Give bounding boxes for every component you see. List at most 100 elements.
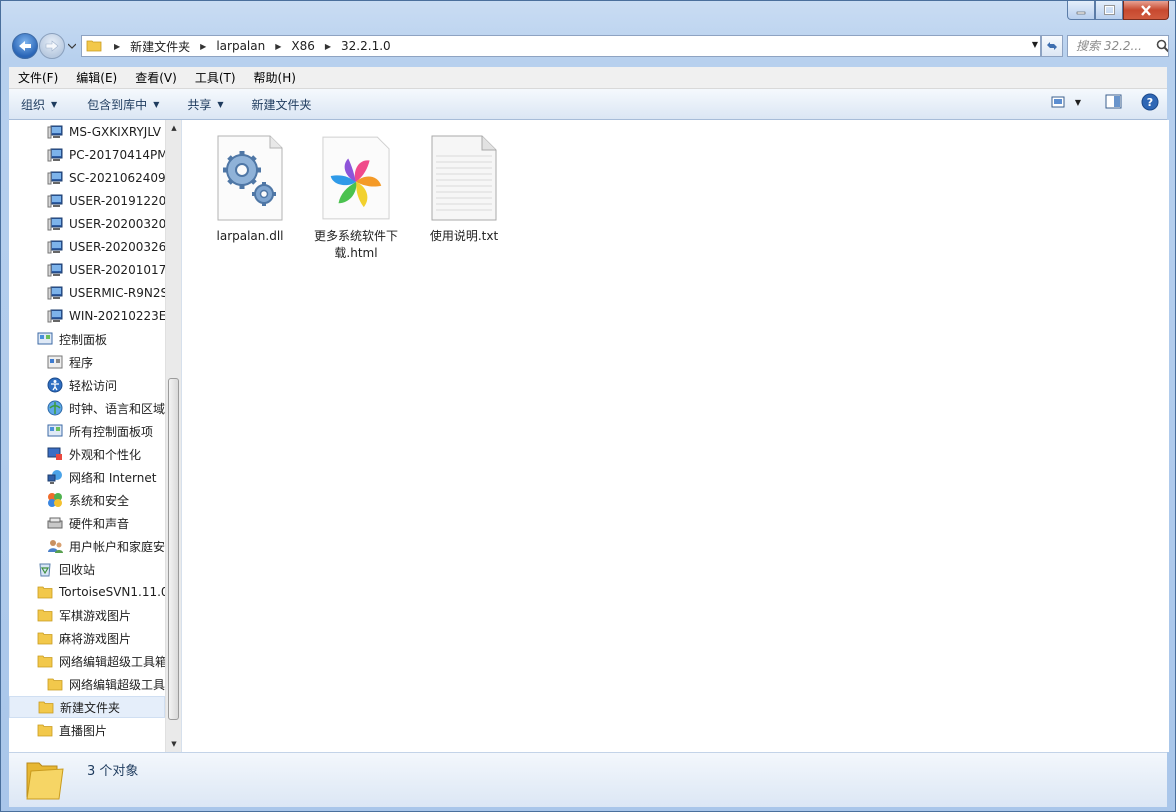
- preview-pane-icon[interactable]: [1105, 94, 1123, 110]
- file-name: larpalan.dll: [216, 229, 284, 243]
- close-button[interactable]: [1123, 1, 1169, 20]
- menu-edit[interactable]: 编辑(E): [67, 69, 126, 86]
- menu-file[interactable]: 文件(F): [9, 69, 67, 86]
- nav-tree-label: SC-20210624091: [69, 171, 165, 185]
- nav-tree-label: 轻松访问: [69, 378, 118, 393]
- include-in-library-button[interactable]: 包含到库中 ▼: [75, 96, 171, 113]
- chevron-down-icon: ▼: [153, 99, 160, 109]
- scroll-up-icon[interactable]: ▲: [166, 120, 181, 136]
- chevron-down-icon: ▼: [51, 99, 58, 109]
- recent-pages-button[interactable]: [67, 41, 77, 51]
- search-input[interactable]: [1074, 38, 1156, 54]
- nav-tree-item[interactable]: 军棋游戏图片: [9, 604, 165, 626]
- computer-icon: [47, 193, 63, 209]
- nav-scrollbar[interactable]: ▲ ▼: [165, 120, 181, 752]
- nav-tree-item[interactable]: TortoiseSVN1.11.0: [9, 581, 165, 603]
- new-folder-button[interactable]: 新建文件夹: [240, 96, 324, 113]
- breadcrumb-arrow-icon[interactable]: ▶: [114, 42, 120, 51]
- breadcrumb-item[interactable]: X86: [289, 39, 317, 53]
- organize-button[interactable]: 组织 ▼: [9, 96, 69, 113]
- nav-tree-item[interactable]: 新建文件夹: [9, 696, 165, 718]
- folder-icon: [37, 722, 53, 738]
- arrow-right-icon: [45, 40, 59, 52]
- forward-button[interactable]: [39, 33, 65, 59]
- nav-tree-item[interactable]: 网络和 Internet: [9, 466, 165, 488]
- view-options-button[interactable]: ▼: [1051, 95, 1081, 109]
- nav-tree-item[interactable]: 轻松访问: [9, 374, 165, 396]
- nav-tree-item[interactable]: SC-20210624091: [9, 167, 165, 189]
- nav-tree-item[interactable]: 控制面板: [9, 328, 165, 350]
- nav-tree-label: USER-20200320I: [69, 217, 165, 231]
- nav-tree-label: 网络编辑超级工具箱: [59, 654, 165, 669]
- nav-tree-item[interactable]: PC-20170414PM: [9, 144, 165, 166]
- breadcrumb-item[interactable]: 32.2.1.0: [339, 39, 393, 53]
- view-icon: [1051, 96, 1065, 108]
- nav-tree-item[interactable]: WIN-20210223E: [9, 305, 165, 327]
- hardware-icon: [47, 515, 63, 531]
- nav-tree-item[interactable]: 回收站: [9, 558, 165, 580]
- breadcrumb: ▶ 新建文件夹 ▶ larpalan ▶ X86 ▶ 32.2.1.0: [106, 38, 393, 55]
- new-folder-label: 新建文件夹: [251, 97, 312, 112]
- address-dropdown-icon[interactable]: ▼: [1032, 40, 1038, 49]
- nav-tree-item[interactable]: 网络编辑超级工具箱: [9, 673, 165, 695]
- computer-icon: [47, 262, 63, 278]
- nav-tree-item[interactable]: MS-GXKIXRYJLV: [9, 121, 165, 143]
- computer-icon: [47, 216, 63, 232]
- breadcrumb-arrow-icon[interactable]: ▶: [275, 42, 281, 51]
- folder-icon: [23, 757, 67, 804]
- menu-view[interactable]: 查看(V): [126, 69, 186, 86]
- computer-icon: [47, 308, 63, 324]
- nav-tree-item[interactable]: 硬件和声音: [9, 512, 165, 534]
- nav-tree-item[interactable]: 用户帐户和家庭安全: [9, 535, 165, 557]
- nav-tree-item[interactable]: 外观和个性化: [9, 443, 165, 465]
- folder-icon: [37, 653, 53, 669]
- nav-tree-label: 所有控制面板项: [69, 424, 154, 439]
- share-label: 共享: [187, 97, 212, 112]
- nav-tree-item[interactable]: USER-20200326V: [9, 236, 165, 258]
- file-item-readme-txt[interactable]: 使用说明.txt: [414, 130, 514, 245]
- nav-tree-item[interactable]: 程序: [9, 351, 165, 373]
- clock-language-icon: [47, 400, 63, 416]
- folder-icon: [86, 38, 102, 55]
- chevron-down-icon: ▼: [217, 99, 224, 109]
- nav-tree-item[interactable]: USERMIC-R9N2S: [9, 282, 165, 304]
- nav-tree-label: 外观和个性化: [69, 447, 142, 462]
- breadcrumb-arrow-icon[interactable]: ▶: [325, 42, 331, 51]
- scroll-thumb[interactable]: [168, 378, 179, 720]
- nav-tree-item[interactable]: 时钟、语言和区域: [9, 397, 165, 419]
- help-icon[interactable]: ?: [1141, 93, 1159, 111]
- nav-tree-item[interactable]: 直播图片: [9, 719, 165, 741]
- search-icon[interactable]: [1156, 39, 1168, 53]
- menu-tools[interactable]: 工具(T): [186, 69, 245, 86]
- back-button[interactable]: [12, 33, 38, 59]
- address-bar[interactable]: ▶ 新建文件夹 ▶ larpalan ▶ X86 ▶ 32.2.1.0 ▼: [81, 35, 1041, 57]
- menu-help[interactable]: 帮助(H): [245, 69, 305, 86]
- nav-tree-item[interactable]: USER-20201017I: [9, 259, 165, 281]
- computer-icon: [47, 285, 63, 301]
- navigation-bar: ▶ 新建文件夹 ▶ larpalan ▶ X86 ▶ 32.2.1.0 ▼: [9, 31, 1169, 61]
- nav-tree-item[interactable]: 所有控制面板项: [9, 420, 165, 442]
- nav-tree-item[interactable]: 麻将游戏图片: [9, 627, 165, 649]
- refresh-button[interactable]: [1041, 35, 1063, 57]
- minimize-button[interactable]: [1067, 1, 1095, 20]
- nav-tree-item[interactable]: 网络编辑超级工具箱: [9, 650, 165, 672]
- menu-bar: 文件(F) 编辑(E) 查看(V) 工具(T) 帮助(H): [9, 67, 1167, 89]
- nav-tree-item[interactable]: USER-20191220I: [9, 190, 165, 212]
- maximize-button[interactable]: [1095, 1, 1123, 20]
- nav-tree-item[interactable]: 系统和安全: [9, 489, 165, 511]
- minimize-icon: [1076, 11, 1086, 15]
- caption-buttons: [1067, 1, 1169, 22]
- scroll-down-icon[interactable]: ▼: [166, 736, 181, 752]
- file-item-more-software-html[interactable]: 更多系统软件下载.html: [306, 130, 406, 262]
- maximize-icon: [1103, 5, 1115, 15]
- folder-icon: [47, 676, 63, 692]
- file-item-larpalan-dll[interactable]: larpalan.dll: [200, 130, 300, 245]
- computer-icon: [47, 170, 63, 186]
- nav-tree-label: 硬件和声音: [69, 516, 130, 531]
- share-button[interactable]: 共享 ▼: [175, 96, 235, 113]
- breadcrumb-item[interactable]: larpalan: [214, 39, 267, 53]
- breadcrumb-item[interactable]: 新建文件夹: [128, 38, 192, 55]
- breadcrumb-arrow-icon[interactable]: ▶: [200, 42, 206, 51]
- nav-tree-label: 用户帐户和家庭安全: [69, 539, 165, 554]
- nav-tree-item[interactable]: USER-20200320I: [9, 213, 165, 235]
